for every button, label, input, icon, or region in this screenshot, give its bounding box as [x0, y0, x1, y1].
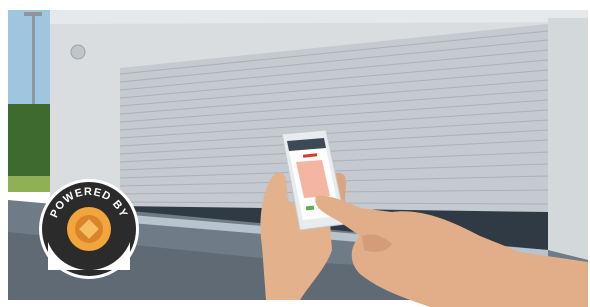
somfy-logo-icon: POWERED BY somfy [39, 179, 139, 279]
powered-by-badge: POWERED BY somfy [38, 178, 140, 280]
badge-brand-text: somfy [64, 247, 115, 266]
hedge [8, 104, 54, 180]
photo-scene: POWERED BY somfy [0, 0, 590, 307]
